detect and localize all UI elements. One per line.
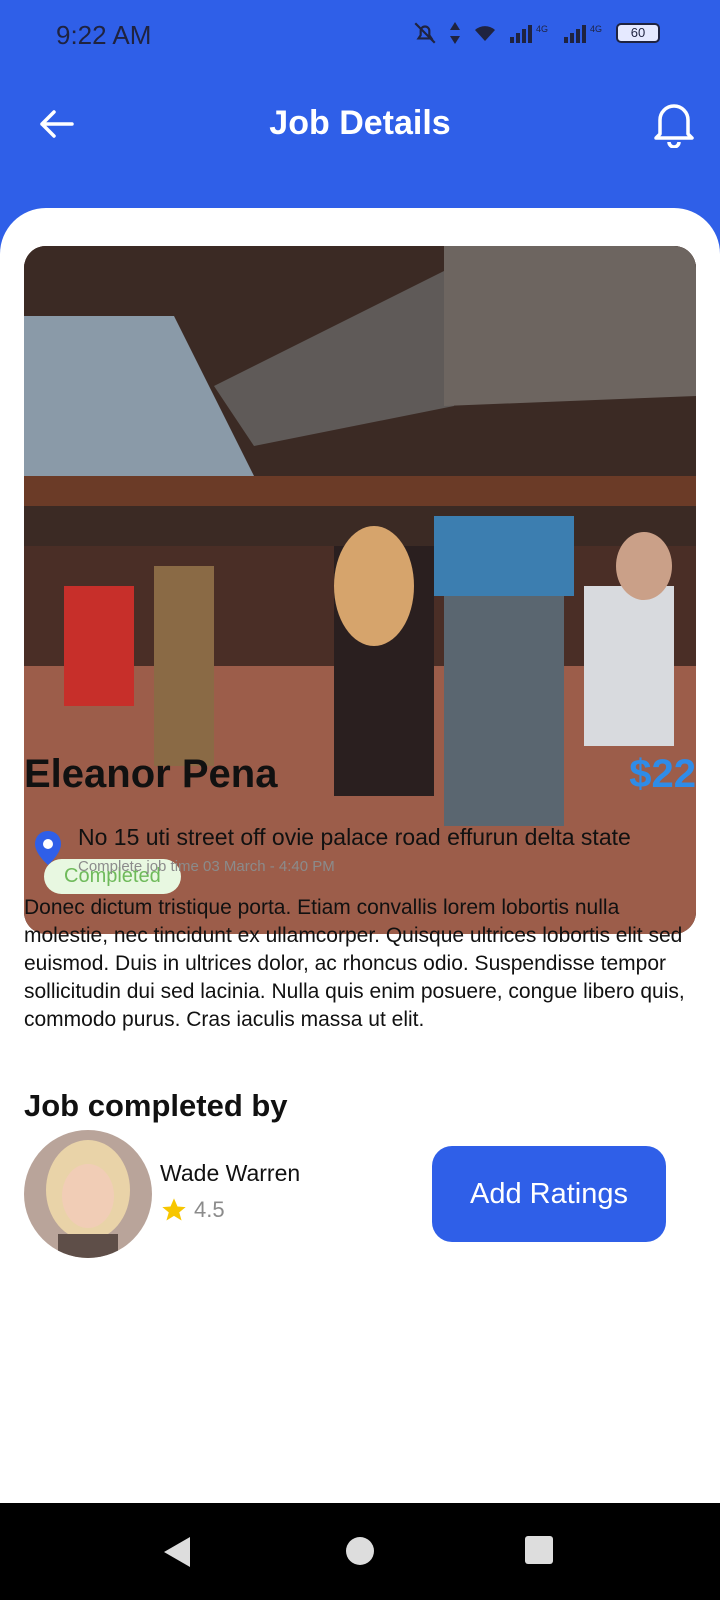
status-bar: 9:22 AM 4G 4G 60 — [0, 0, 720, 70]
add-ratings-button[interactable]: Add Ratings — [432, 1146, 666, 1242]
signal-4g-icon: 4G — [510, 24, 548, 43]
battery-icon: 60 — [616, 23, 660, 43]
wifi-icon — [475, 26, 495, 41]
status-icons: 4G 4G 60 — [412, 20, 660, 46]
app-header: Job Details — [0, 70, 720, 210]
bell-icon — [654, 104, 694, 149]
job-description: Donec dictum tristique porta. Etiam conv… — [24, 896, 685, 1031]
mute-bell-icon — [414, 22, 436, 44]
system-nav-bar — [0, 1503, 720, 1600]
svg-text:4G: 4G — [590, 24, 602, 34]
section-title: Job completed by — [24, 1088, 288, 1123]
back-triangle-icon[interactable] — [162, 1535, 192, 1569]
recents-square-icon[interactable] — [524, 1535, 554, 1565]
rating-value: 4.5 — [194, 1197, 225, 1222]
job-complete-time: Complete job time 03 March - 4:40 PM — [78, 858, 335, 875]
status-time: 9:22 AM — [56, 20, 152, 50]
job-price: $22 — [629, 752, 696, 796]
data-arrows-icon — [450, 22, 460, 44]
customer-name: Eleanor Pena — [24, 752, 278, 796]
avatar — [24, 1130, 152, 1258]
page-title: Job Details — [269, 104, 451, 142]
location-pin-icon — [35, 831, 61, 865]
content-sheet: Completed Eleanor Pena $22 No 15 uti str… — [0, 208, 720, 1503]
star-icon — [162, 1198, 186, 1221]
home-circle-icon[interactable] — [344, 1535, 376, 1567]
signal-4g-icon: 4G — [564, 24, 602, 43]
worker-name: Wade Warren — [160, 1160, 301, 1186]
svg-text:4G: 4G — [536, 24, 548, 34]
notification-button[interactable] — [650, 98, 698, 149]
job-address: No 15 uti street off ovie palace road ef… — [78, 824, 631, 850]
avatar-image — [24, 1130, 152, 1258]
worker-rating: 4.5 — [160, 1196, 225, 1224]
